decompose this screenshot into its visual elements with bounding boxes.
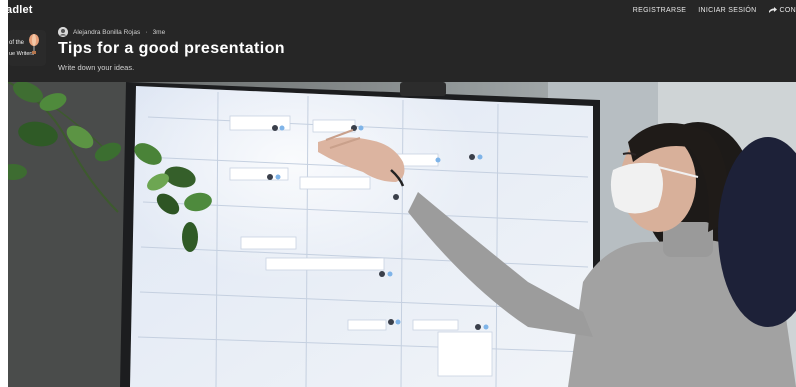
meta-separator: ·: [145, 28, 148, 36]
board-title: Tips for a good presentation: [58, 40, 285, 57]
brand-name[interactable]: adlet: [8, 4, 33, 16]
login-link[interactable]: INICIAR SESIÓN: [698, 7, 756, 14]
share-arrow-icon: [768, 7, 777, 13]
page-margin: [0, 0, 8, 387]
register-link[interactable]: REGISTRARSE: [633, 7, 686, 14]
share-link[interactable]: CON: [768, 6, 796, 14]
board-logo: of the ue Writers: [8, 30, 46, 66]
board-subtitle: Write down your ideas.: [58, 63, 135, 72]
user-avatar-icon[interactable]: [58, 27, 68, 37]
top-bar: adlet REGISTRARSE INICIAR SESIÓN CON: [8, 0, 796, 20]
svg-text:ue Writers: ue Writers: [9, 51, 34, 57]
share-label: CON: [779, 6, 796, 14]
top-nav: REGISTRARSE INICIAR SESIÓN CON: [633, 7, 796, 14]
author-name[interactable]: Alejandra Bonilla Rojas: [73, 29, 140, 36]
board-header: of the ue Writers Alejandra Bonilla Roja…: [8, 20, 796, 82]
padlet-app: adlet REGISTRARSE INICIAR SESIÓN CON of …: [8, 0, 796, 387]
balloon-logo-icon: of the ue Writers: [8, 30, 46, 66]
author-row: Alejandra Bonilla Rojas · 3me: [58, 27, 165, 37]
presentation-photo: [8, 82, 796, 387]
svg-text:of the: of the: [9, 40, 25, 46]
post-time: 3me: [152, 28, 166, 36]
hero-photo: [8, 82, 796, 387]
